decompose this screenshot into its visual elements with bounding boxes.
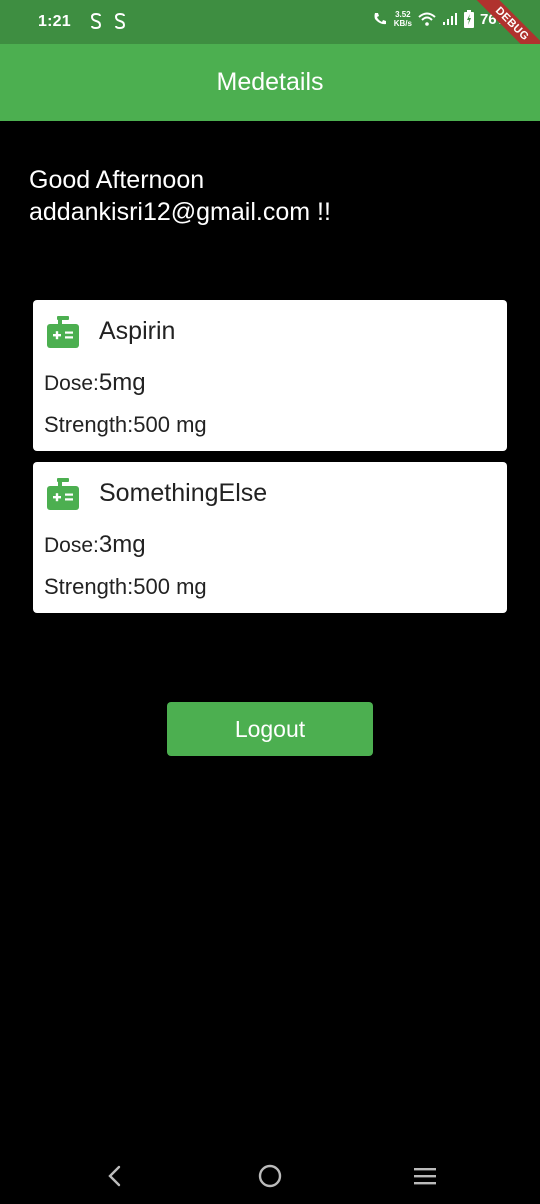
- dose-value: 5mg: [98, 369, 146, 396]
- status-bar: 1:21 3.52 KB/s DEBUG: [0, 0, 540, 73]
- notification-s-icon: [90, 12, 102, 30]
- medicine-dose: Dose:3mg: [44, 531, 146, 559]
- medicine-dose: Dose:5mg: [44, 369, 146, 397]
- wifi-calling-icon: [374, 13, 386, 25]
- net-speed-unit: KB/s: [393, 19, 412, 28]
- medicine-card[interactable]: SomethingElse Dose:3mg Strength:500 mg: [33, 462, 507, 613]
- signal-icon: [442, 13, 457, 25]
- notification-s-icon-2: [114, 12, 126, 30]
- app-bar: Medetails: [0, 44, 540, 121]
- strength-label: Strength:: [44, 574, 134, 599]
- dose-label: Dose:: [44, 372, 99, 395]
- nav-home-button[interactable]: [254, 1160, 286, 1192]
- medicine-name: Aspirin: [99, 317, 176, 345]
- dose-label: Dose:: [44, 534, 99, 557]
- logout-button[interactable]: Logout: [167, 702, 373, 756]
- app-title: Medetails: [216, 68, 324, 96]
- recents-icon: [414, 1168, 436, 1185]
- medicine-strength: Strength:500 mg: [44, 412, 207, 438]
- dose-value: 3mg: [98, 531, 146, 558]
- strength-label: Strength:: [44, 412, 134, 437]
- strength-value: 500 mg: [133, 412, 207, 437]
- medicine-card[interactable]: Aspirin Dose:5mg Strength:500 mg: [33, 300, 507, 451]
- battery-charging-icon: [463, 10, 474, 28]
- system-nav-bar: [0, 1146, 540, 1204]
- medical-kit-icon: [47, 316, 79, 348]
- medicine-strength: Strength:500 mg: [44, 574, 207, 600]
- medical-kit-icon: [47, 478, 79, 510]
- net-speed: 3.52 KB/s: [394, 10, 412, 28]
- nav-recents-button[interactable]: [409, 1160, 441, 1192]
- home-icon: [258, 1164, 282, 1188]
- greeting: Good Afternoon addankisri12@gmail.com !!: [29, 164, 331, 228]
- medicine-name: SomethingElse: [99, 479, 268, 507]
- greeting-text: Good Afternoon: [29, 166, 205, 194]
- status-notification-icons: [88, 12, 128, 30]
- nav-back-button[interactable]: [99, 1160, 131, 1192]
- strength-value: 500 mg: [133, 574, 207, 599]
- net-speed-value: 3.52: [395, 10, 411, 19]
- back-icon: [108, 1165, 121, 1187]
- user-email: addankisri12@gmail.com !!: [29, 198, 331, 226]
- wifi-icon: [418, 12, 436, 26]
- status-time: 1:21: [38, 13, 71, 30]
